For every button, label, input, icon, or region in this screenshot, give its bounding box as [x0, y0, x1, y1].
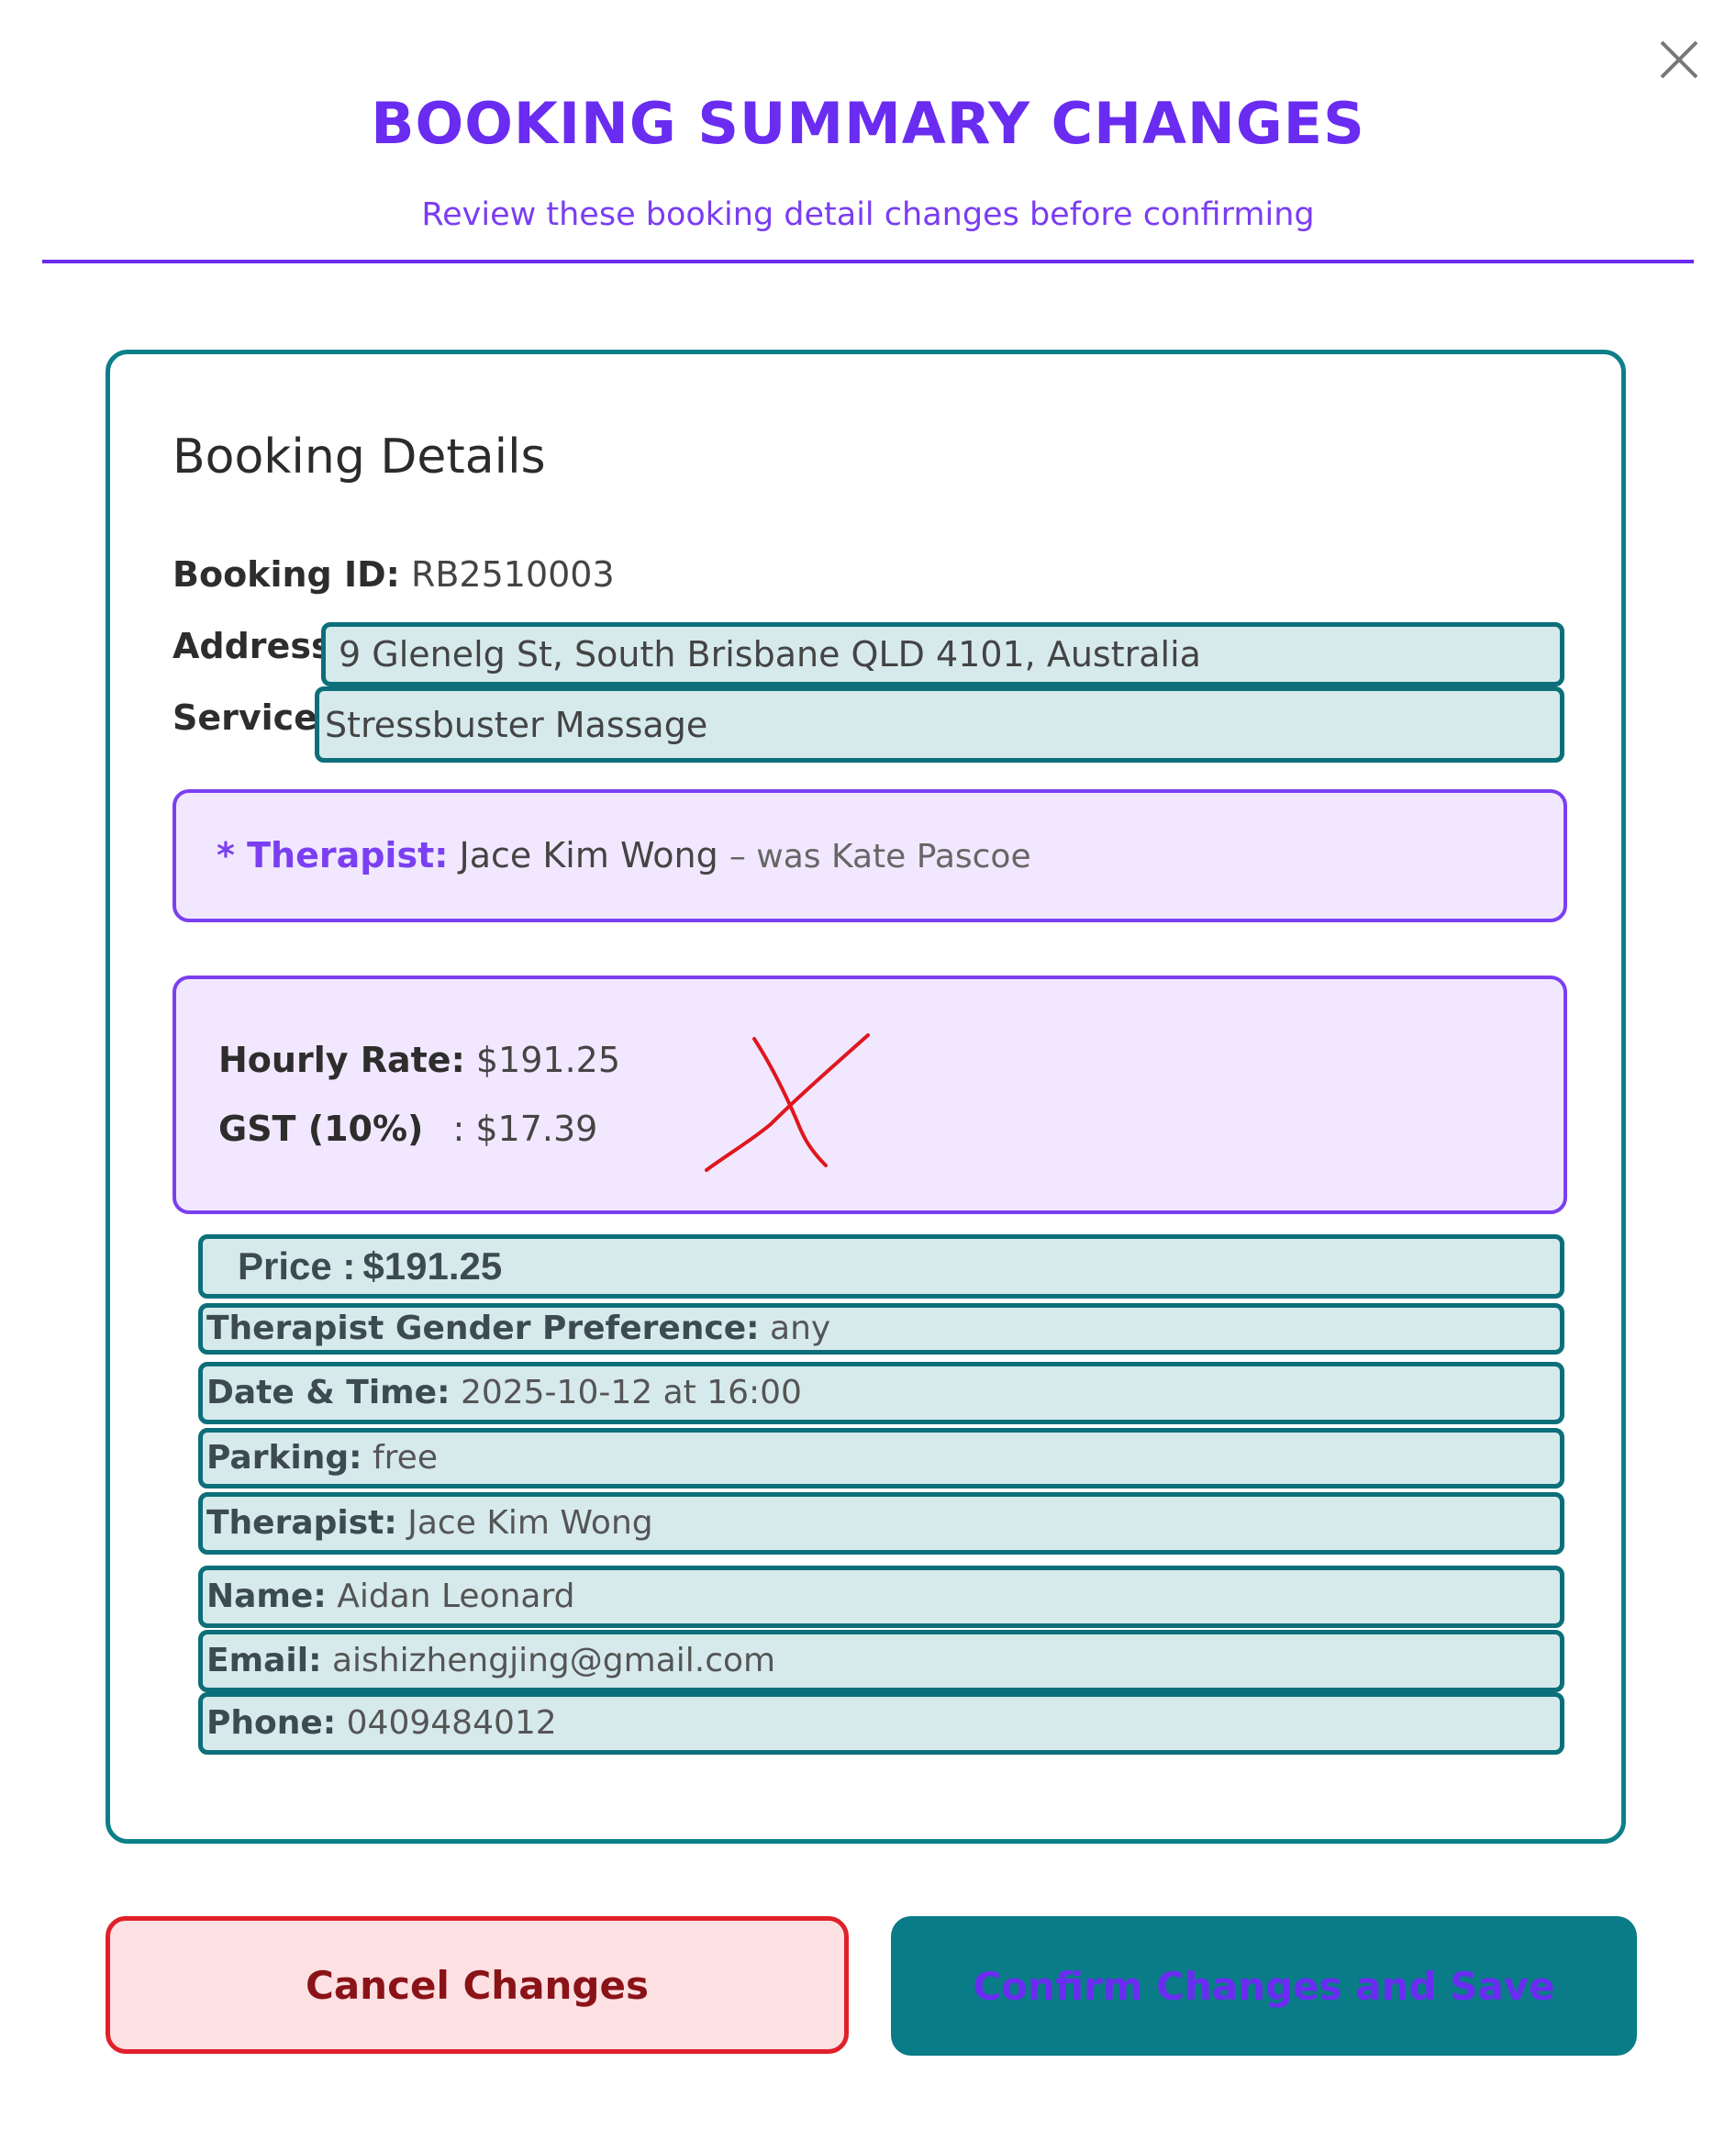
therapist-previous: – was Kate Pascoe: [729, 838, 1031, 875]
therapist-change-label: * Therapist:: [217, 835, 449, 875]
price-value: $191.25: [362, 1244, 503, 1288]
gst-label: GST (10%): [218, 1109, 424, 1149]
address-highlight: 9 Glenelg St, South Brisbane QLD 4101, A…: [321, 622, 1564, 686]
price-highlight: Price : $191.25: [198, 1234, 1564, 1299]
address-label: Address:: [172, 626, 346, 666]
booking-id-value: RB2510003: [410, 554, 615, 595]
summary-row-therapist: Therapist: Jace Kim Wong: [198, 1492, 1564, 1555]
summary-row-phone: Phone: 0409484012: [198, 1692, 1564, 1755]
summary-row-parking: Parking: free: [198, 1428, 1564, 1489]
therapist-change-row: * Therapist: Jace Kim Wong – was Kate Pa…: [217, 835, 1031, 875]
dialog-subtitle: Review these booking detail changes befo…: [421, 196, 1315, 233]
booking-id-row: Booking ID: RB2510003: [172, 554, 615, 595]
cancel-changes-button[interactable]: Cancel Changes: [106, 1916, 849, 2054]
booking-details-heading: Booking Details: [172, 429, 546, 485]
therapist-change-value: Jace Kim Wong: [459, 835, 718, 875]
service-highlight: Stressbuster Massage: [315, 686, 1564, 763]
summary-row-email: Email: aishizhengjing@gmail.com: [198, 1630, 1564, 1692]
gst-row: GST (10%) : $17.39: [218, 1109, 597, 1149]
price-label: Price :: [238, 1244, 356, 1288]
summary-row-name: Name: Aidan Leonard: [198, 1566, 1564, 1628]
gst-value: : $17.39: [452, 1109, 598, 1149]
hourly-rate-value: $191.25: [475, 1040, 620, 1080]
hourly-rate-label: Hourly Rate:: [218, 1040, 465, 1080]
summary-row-gender-preference: Therapist Gender Preference: any: [198, 1303, 1564, 1355]
red-cross-mark-icon: [697, 1028, 881, 1175]
summary-row-date-time: Date & Time: 2025-10-12 at 16:00: [198, 1362, 1564, 1424]
confirm-changes-button[interactable]: Confirm Changes and Save: [891, 1916, 1637, 2056]
booking-id-label: Booking ID:: [172, 554, 400, 595]
address-value: 9 Glenelg St, South Brisbane QLD 4101, A…: [339, 634, 1201, 675]
service-label: Service:: [172, 697, 332, 738]
service-value: Stressbuster Massage: [325, 704, 708, 745]
hourly-rate-row: Hourly Rate: $191.25: [218, 1040, 620, 1080]
dialog-title: BOOKING SUMMARY CHANGES: [371, 90, 1365, 157]
close-icon[interactable]: [1656, 37, 1702, 83]
title-divider: [42, 260, 1694, 263]
